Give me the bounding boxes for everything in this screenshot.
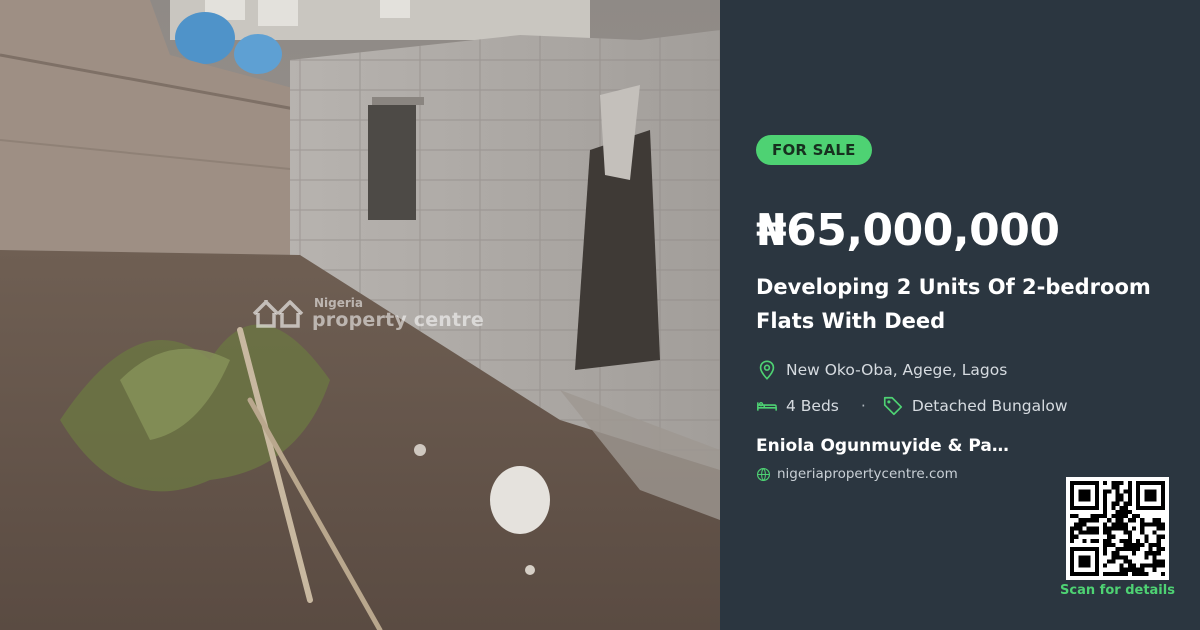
beds-text: 4 Beds: [786, 397, 839, 415]
map-pin-icon: [759, 360, 775, 380]
qr-code[interactable]: [1066, 477, 1169, 580]
location-row: New Oko-Oba, Agege, Lagos: [756, 359, 1007, 381]
listing-photo: Nigeria property centre: [0, 0, 720, 630]
website-text: nigeriapropertycentre.com: [777, 466, 958, 482]
watermark-brand-text: property centre: [312, 308, 484, 331]
house-logo-icon: [252, 300, 304, 328]
meta-separator: ·: [860, 397, 866, 415]
globe-icon: [757, 467, 770, 481]
for-sale-badge: FOR SALE: [756, 135, 872, 165]
qr-code-graphic: [1066, 477, 1169, 580]
meta-row: 4 Beds · Detached Bungalow: [756, 395, 1068, 417]
listing-price: ₦65,000,000: [756, 205, 1060, 256]
photo-watermark: Nigeria property centre: [252, 296, 484, 330]
listing-info-panel: FOR SALE ₦65,000,000 Developing 2 Units …: [720, 0, 1200, 630]
agent-name: Eniola Ogunmuyide & Partners: [756, 436, 1016, 456]
website-row: nigeriapropertycentre.com: [756, 466, 958, 482]
property-type-text: Detached Bungalow: [911, 397, 1068, 415]
bed-icon: [757, 402, 777, 411]
watermark-small-text: Nigeria: [314, 295, 364, 310]
location-text: New Oko-Oba, Agege, Lagos: [786, 361, 1008, 379]
listing-title: Developing 2 Units Of 2-bedroom Flats Wi…: [756, 275, 1151, 333]
scan-for-details-label: Scan for details: [1060, 583, 1175, 598]
tag-icon: [883, 396, 902, 416]
